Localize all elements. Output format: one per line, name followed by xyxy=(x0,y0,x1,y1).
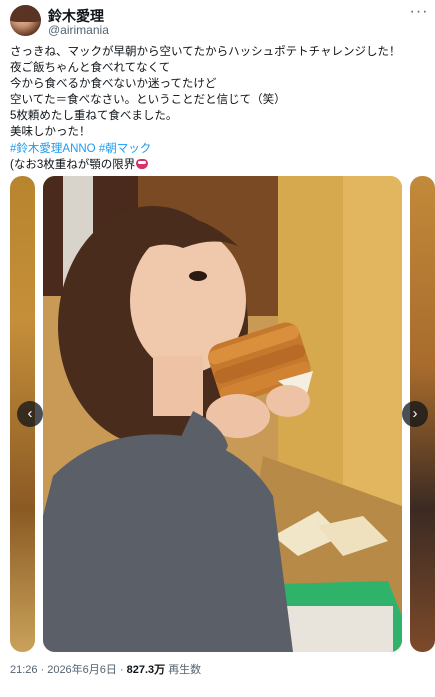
view-count-label: 再生数 xyxy=(168,664,202,676)
hashtag-line: #鈴木愛理ANNO #朝マック xyxy=(10,141,428,157)
photo-illustration xyxy=(43,176,402,652)
tweet-line: 空いてた＝食べなさい。ということだと信じて（笑） xyxy=(10,94,286,107)
hashtag-link[interactable]: #朝マック xyxy=(99,143,151,155)
next-photo-button[interactable]: › xyxy=(402,401,428,427)
tweet-header: 鈴木愛理 @airimania ··· xyxy=(0,0,435,40)
previous-photo-button[interactable]: ‹ xyxy=(17,401,43,427)
post-time[interactable]: 21:26 xyxy=(10,664,38,676)
more-horizontal-icon[interactable]: ··· xyxy=(408,2,430,24)
tweet-line: 今から食べるか食べないか迷ってたけど xyxy=(10,78,217,91)
tweet-line: 5枚頼めたし重ねて食べました。 xyxy=(10,110,178,123)
tweet-line: (なお3枚重ねが顎の限界 xyxy=(10,157,428,173)
tweet-text: さっきね、マックが早朝から空いてたからハッシュポテトチャレンジした！ 夜ご飯ちゃ… xyxy=(10,44,428,173)
tweet-line: 夜ご飯ちゃんと食べれてなくて xyxy=(10,62,171,75)
post-date[interactable]: 2026年6月6日 xyxy=(47,664,117,676)
mouth-emoji-icon xyxy=(136,158,149,169)
view-count: 827.3万 xyxy=(126,664,166,676)
chevron-left-icon: ‹ xyxy=(27,405,33,422)
media-carousel[interactable]: ‹ › xyxy=(0,172,435,656)
hashtag-link[interactable]: #鈴木愛理ANNO xyxy=(10,143,96,155)
tweet-last-line: (なお3枚重ねが顎の限界 xyxy=(10,158,136,171)
tweet-line: 美味しかった！ xyxy=(10,126,91,139)
chevron-right-icon: › xyxy=(412,405,418,422)
tweet-meta: 21:26 · 2026年6月6日 · 827.3万 再生数 xyxy=(10,664,202,676)
author-handle[interactable]: @airimania xyxy=(48,23,109,37)
avatar[interactable] xyxy=(10,5,41,36)
tweet-photo[interactable] xyxy=(43,176,402,652)
tweet-line: さっきね、マックが早朝から空いてたからハッシュポテトチャレンジした！ xyxy=(10,46,401,58)
